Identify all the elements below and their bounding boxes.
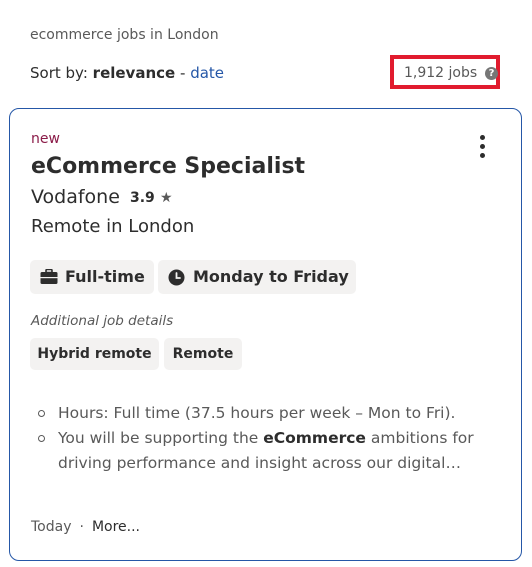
bullet-icon bbox=[38, 435, 45, 442]
schedule-tag: Monday to Friday bbox=[158, 260, 356, 294]
more-link[interactable]: More... bbox=[92, 519, 140, 535]
sort-label: Sort by: bbox=[30, 64, 88, 82]
job-snippet: Hours: Full time (37.5 hours per week – … bbox=[36, 401, 496, 476]
footer-separator: · bbox=[79, 519, 84, 535]
job-count: 1,912 jobs bbox=[404, 65, 478, 81]
job-location: Remote in London bbox=[31, 216, 195, 237]
snippet-item: Hours: Full time (37.5 hours per week – … bbox=[36, 401, 496, 426]
sort-relevance: relevance bbox=[92, 64, 176, 82]
job-card[interactable]: new eCommerce Specialist Vodafone 3.9 ★ … bbox=[9, 108, 522, 561]
more-options-icon[interactable] bbox=[472, 134, 492, 160]
snippet-item: You will be supporting the eCommerce amb… bbox=[36, 426, 496, 476]
detail-chip-remote: Remote bbox=[164, 338, 242, 370]
company-name[interactable]: Vodafone bbox=[31, 186, 120, 208]
posted-date: Today bbox=[31, 519, 72, 535]
card-footer: Today · More... bbox=[31, 519, 140, 535]
job-type-label: Full-time bbox=[65, 267, 145, 286]
job-title[interactable]: eCommerce Specialist bbox=[31, 154, 305, 179]
job-type-tag: Full-time bbox=[30, 260, 154, 294]
schedule-label: Monday to Friday bbox=[193, 267, 349, 286]
company-rating: 3.9 bbox=[130, 190, 155, 206]
sort-bar: Sort by: relevance - date bbox=[30, 64, 224, 82]
briefcase-icon bbox=[40, 269, 58, 284]
star-icon: ★ bbox=[160, 190, 173, 206]
additional-details-label: Additional job details bbox=[31, 313, 174, 329]
sort-date-link[interactable]: date bbox=[190, 64, 224, 82]
clock-icon bbox=[168, 269, 185, 286]
bullet-icon bbox=[38, 410, 45, 417]
sort-separator: - bbox=[179, 64, 186, 82]
help-icon[interactable]: ? bbox=[485, 67, 498, 80]
detail-chip-hybrid: Hybrid remote bbox=[30, 338, 159, 370]
search-breadcrumb: ecommerce jobs in London bbox=[30, 27, 219, 43]
new-badge: new bbox=[31, 131, 60, 147]
